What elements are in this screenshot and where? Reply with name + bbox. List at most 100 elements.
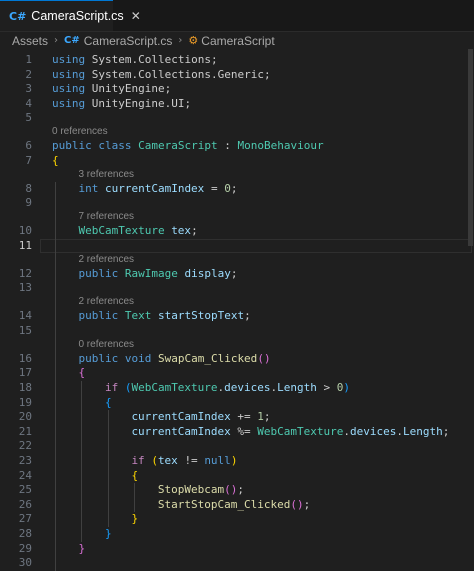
- code-line[interactable]: 22: [0, 439, 474, 454]
- code-line[interactable]: 18 if (WebCamTexture.devices.Length > 0): [0, 381, 474, 396]
- codelens-references[interactable]: 3 references: [78, 168, 134, 182]
- tab-label: CameraScript.cs: [31, 9, 124, 23]
- breadcrumb-assets[interactable]: Assets: [12, 34, 48, 48]
- line-number: 29: [18, 541, 32, 555]
- code-line[interactable]: 17 {: [0, 366, 474, 381]
- line-number: 22: [18, 439, 32, 453]
- codelens-references[interactable]: 2 references: [78, 253, 134, 267]
- chevron-right-icon: ›: [178, 35, 183, 46]
- indent-guide: [81, 381, 83, 542]
- csharp-file-icon: C#: [64, 35, 80, 46]
- vertical-scrollbar[interactable]: [467, 49, 474, 548]
- code-text: using System.Collections;: [52, 53, 218, 66]
- line-number: 23: [18, 454, 32, 467]
- code-text: {: [104, 395, 112, 409]
- code-text: public void SwapCam_Clicked(): [78, 351, 271, 365]
- code-text: {: [131, 468, 139, 482]
- line-number: 4: [25, 96, 32, 110]
- code-line[interactable]: 15: [0, 324, 474, 339]
- code-line[interactable]: 6 public class CameraScript : MonoBehavio…: [0, 139, 474, 154]
- codelens-references[interactable]: 0 references: [52, 125, 108, 139]
- editor-tab-bar: C# CameraScript.cs ✕: [0, 0, 474, 32]
- code-line[interactable]: 5: [0, 111, 474, 126]
- code-text: public class CameraScript : MonoBehaviou…: [52, 139, 324, 153]
- code-line[interactable]: 8 int currentCamIndex = 0;: [0, 182, 474, 197]
- breadcrumb-file[interactable]: CameraScript.cs: [84, 34, 173, 48]
- scrollbar-thumb[interactable]: [468, 49, 473, 246]
- line-number: 9: [25, 196, 32, 210]
- tab-camera-script[interactable]: C# CameraScript.cs ✕: [0, 0, 141, 31]
- code-text: }: [78, 541, 86, 555]
- code-line[interactable]: 28}: [0, 527, 474, 542]
- line-number: 8: [25, 181, 32, 195]
- line-number: 14: [18, 309, 32, 323]
- line-number: 12: [18, 266, 32, 280]
- code-line[interactable]: 2 using System.Collections.Generic;: [0, 68, 474, 83]
- code-line[interactable]: 29}: [0, 542, 474, 557]
- indent-guide: [55, 181, 56, 571]
- line-number: 27: [18, 512, 32, 526]
- line-number: 17: [18, 366, 32, 380]
- breadcrumb: Assets › C# CameraScript.cs › ⚙ CameraSc…: [0, 32, 474, 49]
- code-line[interactable]: 30: [0, 556, 474, 571]
- chevron-right-icon: ›: [54, 35, 59, 46]
- line-number: 3: [25, 82, 32, 96]
- code-line[interactable]: 27}: [0, 512, 474, 527]
- code-line[interactable]: 13: [0, 281, 474, 296]
- code-line[interactable]: 20 currentCamIndex += 1;: [0, 410, 474, 425]
- line-number: 11: [18, 238, 32, 252]
- code-line[interactable]: 14 public Text startStopText;: [0, 309, 474, 324]
- line-number: 2: [25, 67, 32, 81]
- codelens-references[interactable]: 0 references: [78, 338, 134, 352]
- code-text: currentCamIndex %= WebCamTexture.devices…: [131, 424, 450, 438]
- current-line-highlight: [40, 238, 472, 253]
- code-line[interactable]: 26 StartStopCam_Clicked();: [0, 498, 474, 513]
- line-number: 15: [18, 323, 32, 337]
- code-line[interactable]: 25 StopWebcam();: [0, 483, 474, 498]
- line-number: 24: [18, 468, 32, 482]
- line-number: 1: [25, 53, 32, 66]
- close-icon[interactable]: ✕: [131, 9, 141, 23]
- line-number: 7: [25, 153, 32, 167]
- code-text: StartStopCam_Clicked();: [157, 497, 311, 511]
- code-text: }: [104, 527, 112, 540]
- line-number: 21: [18, 424, 32, 438]
- code-editor[interactable]: 1 using System.Collections; 2 using System.…: [0, 49, 474, 571]
- codelens-references[interactable]: 7 references: [78, 210, 134, 224]
- code-line[interactable]: 7{: [0, 154, 474, 169]
- code-line[interactable]: 1 using System.Collections;: [0, 53, 474, 68]
- code-text: StopWebcam();: [157, 483, 245, 497]
- code-text: }: [131, 512, 139, 526]
- code-text: public RawImage display;: [78, 266, 238, 280]
- code-line[interactable]: 10 WebCamTexture tex;: [0, 224, 474, 239]
- code-line[interactable]: 19 {: [0, 396, 474, 411]
- code-text: public Text startStopText;: [78, 309, 251, 323]
- code-line[interactable]: 9: [0, 196, 474, 211]
- code-text: if (WebCamTexture.devices.Length > 0): [104, 381, 351, 394]
- csharp-file-icon: C#: [9, 9, 27, 23]
- code-line[interactable]: 16 public void SwapCam_Clicked(): [0, 352, 474, 367]
- line-number: 20: [18, 410, 32, 424]
- code-line[interactable]: 23 if (tex != null): [0, 454, 474, 469]
- code-line[interactable]: 24 {: [0, 469, 474, 484]
- code-text: int currentCamIndex = 0;: [78, 181, 238, 195]
- indent-guide: [134, 483, 136, 513]
- code-text: {: [52, 153, 59, 167]
- code-text: if (tex != null): [131, 454, 238, 467]
- line-number: 25: [18, 483, 32, 497]
- line-number: 18: [18, 381, 32, 394]
- indent-guide: [107, 410, 109, 527]
- line-number: 5: [25, 111, 32, 125]
- code-line[interactable]: 4 using UnityEngine.UI;: [0, 97, 474, 112]
- line-number: 16: [18, 351, 32, 365]
- line-number: 13: [18, 281, 32, 295]
- code-text: using UnityEngine.UI;: [52, 96, 192, 110]
- code-line[interactable]: 21 currentCamIndex %= WebCamTexture.devic…: [0, 425, 474, 440]
- code-line[interactable]: 3 using UnityEngine;: [0, 82, 474, 97]
- line-number: 6: [25, 139, 32, 153]
- breadcrumb-symbol[interactable]: CameraScript: [201, 34, 274, 48]
- codelens-references[interactable]: 2 references: [78, 295, 134, 309]
- code-line[interactable]: 12 public RawImage display;: [0, 267, 474, 282]
- code-line[interactable]: 11: [0, 238, 474, 254]
- code-text: currentCamIndex += 1;: [131, 410, 271, 424]
